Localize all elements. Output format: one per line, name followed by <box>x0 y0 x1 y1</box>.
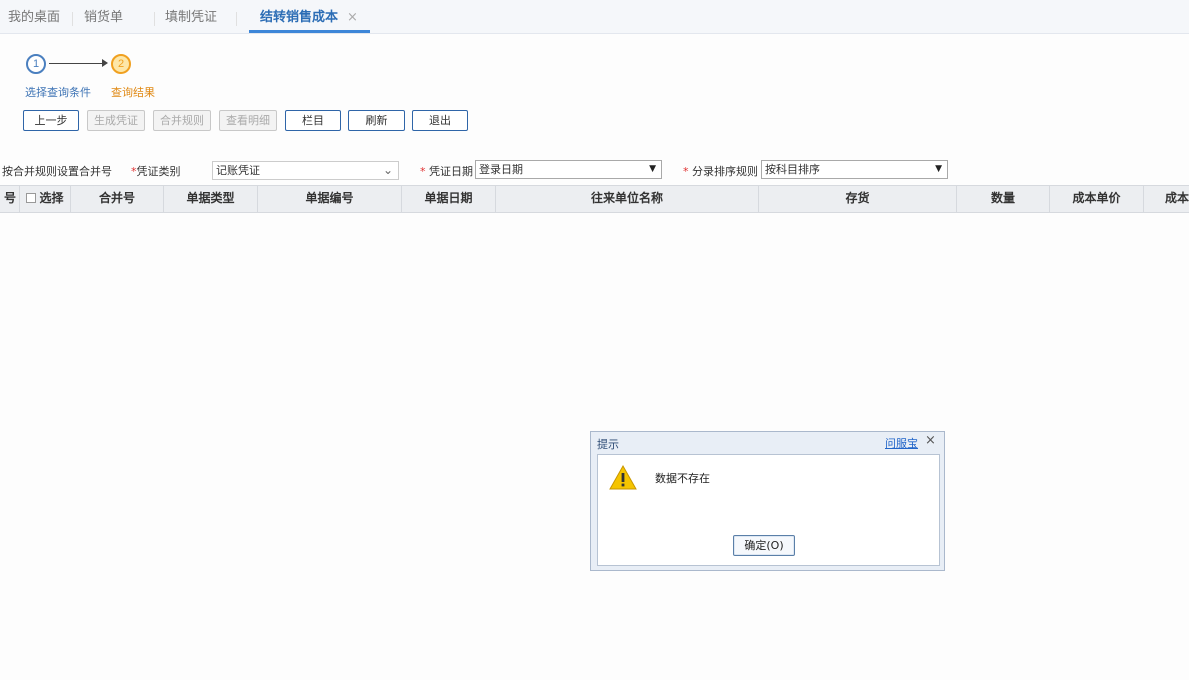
warning-icon <box>609 464 637 490</box>
merge-rule-button[interactable]: 合并规则 <box>153 110 211 131</box>
sort-rule-value: 按科目排序 <box>765 163 820 176</box>
voucher-type-value: 记账凭证 <box>216 164 260 177</box>
prev-step-button[interactable]: 上一步 <box>23 110 79 131</box>
dropdown-arrow-icon: ▼ <box>935 164 942 174</box>
tab-transfer-sales-cost[interactable]: 结转销售成本 <box>260 0 338 33</box>
alert-dialog: 提示 问服宝 × 数据不存在 确定(O) <box>590 431 945 571</box>
select-all-checkbox[interactable] <box>26 193 37 203</box>
voucher-date-value: 登录日期 <box>479 163 523 176</box>
col-unit-cost[interactable]: 成本单价 <box>1050 186 1144 213</box>
sort-rule-select[interactable]: 按科目排序 ▼ <box>761 160 948 179</box>
tab-close-icon[interactable]: × <box>347 0 358 33</box>
required-mark: * <box>420 165 426 178</box>
tab-divider <box>72 12 73 26</box>
dialog-body: 数据不存在 确定(O) <box>597 454 940 566</box>
col-doc-no[interactable]: 单据编号 <box>258 186 402 213</box>
dialog-close-icon[interactable]: × <box>925 433 936 448</box>
col-merge-no[interactable]: 合并号 <box>71 186 164 213</box>
generate-voucher-button[interactable]: 生成凭证 <box>87 110 145 131</box>
grid-header: 号 选择 合并号 单据类型 单据编号 单据日期 往来单位名称 存货 数量 成本单… <box>0 185 1189 213</box>
view-detail-button[interactable]: 查看明细 <box>219 110 277 131</box>
sort-rule-label-text: 分录排序规则 <box>692 165 758 178</box>
col-inventory[interactable]: 存货 <box>759 186 957 213</box>
chevron-down-icon: ⌄ <box>382 163 393 177</box>
col-cost[interactable]: 成本 <box>1144 186 1189 213</box>
tab-sales-order[interactable]: 销货单 <box>84 0 123 33</box>
active-tab-indicator <box>249 30 370 33</box>
voucher-type-label-text: 凭证类别 <box>136 165 181 178</box>
tab-bar: 我的桌面 销货单 填制凭证 结转销售成本 × <box>0 0 1189 34</box>
dropdown-arrow-icon: ▼ <box>649 164 656 174</box>
ok-button[interactable]: 确定(O) <box>733 535 795 556</box>
tab-desktop[interactable]: 我的桌面 <box>8 0 60 33</box>
col-doc-type[interactable]: 单据类型 <box>164 186 258 213</box>
col-seq[interactable]: 号 <box>0 186 20 213</box>
help-link[interactable]: 问服宝 <box>885 435 918 451</box>
col-partner-name[interactable]: 往来单位名称 <box>496 186 759 213</box>
voucher-date-label: * 凭证日期 <box>420 163 473 179</box>
tab-divider <box>236 12 237 26</box>
step-1-circle: 1 <box>26 54 46 74</box>
merge-number-label[interactable]: 按合并规则设置合并号 <box>2 163 112 179</box>
refresh-button[interactable]: 刷新 <box>348 110 405 131</box>
col-doc-date[interactable]: 单据日期 <box>402 186 496 213</box>
tab-fill-voucher[interactable]: 填制凭证 <box>165 0 217 33</box>
step-2-circle: 2 <box>111 54 131 74</box>
dialog-message: 数据不存在 <box>655 472 710 485</box>
step-1-label[interactable]: 选择查询条件 <box>25 84 91 100</box>
columns-button[interactable]: 栏目 <box>285 110 341 131</box>
step-arrow-icon <box>102 59 108 67</box>
col-quantity[interactable]: 数量 <box>957 186 1050 213</box>
voucher-type-select[interactable]: 记账凭证 ⌄ <box>212 161 399 180</box>
tab-divider <box>154 12 155 26</box>
col-select-label: 选择 <box>39 191 64 205</box>
voucher-date-label-text: 凭证日期 <box>429 165 473 178</box>
required-mark: * <box>683 165 689 178</box>
step-2-label: 查询结果 <box>111 86 155 99</box>
dialog-title: 提示 <box>597 438 619 451</box>
voucher-date-select[interactable]: 登录日期 ▼ <box>475 160 662 179</box>
step-connector-line <box>49 63 104 64</box>
col-select[interactable]: 选择 <box>20 186 71 213</box>
voucher-type-label: *凭证类别 <box>131 163 181 179</box>
sort-rule-label: * 分录排序规则 <box>683 163 758 179</box>
exit-button[interactable]: 退出 <box>412 110 468 131</box>
